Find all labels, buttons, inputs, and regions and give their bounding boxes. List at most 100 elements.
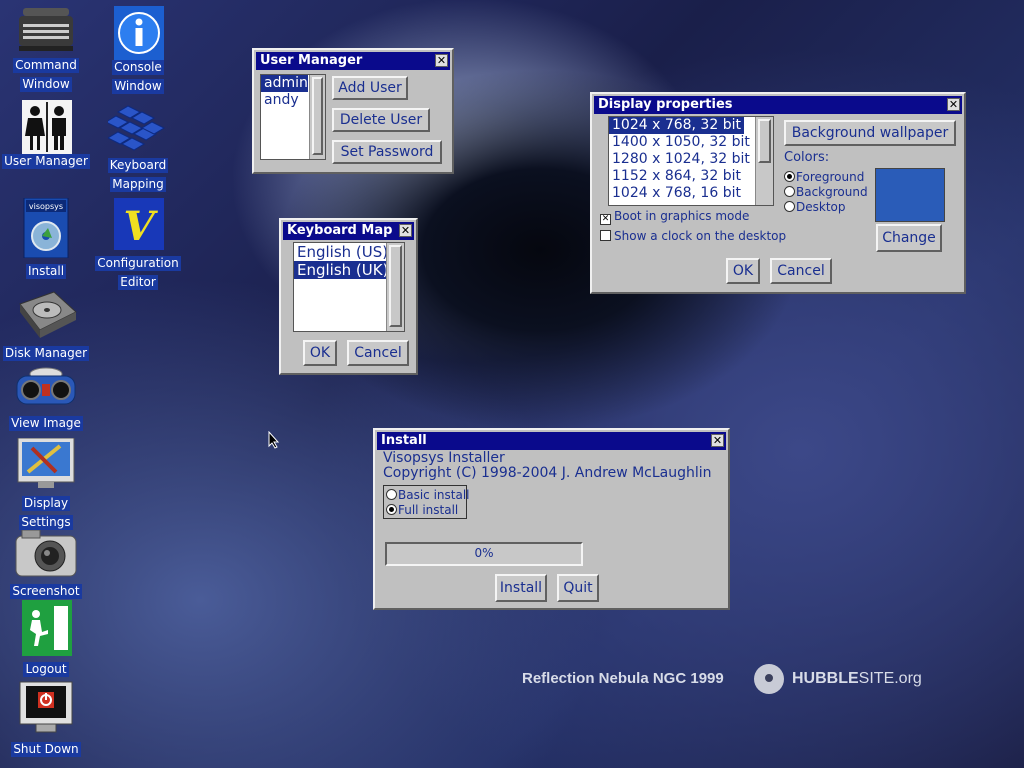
icon-label: Configuration	[95, 256, 181, 271]
hubble-text-bold: HUBBLE	[792, 670, 859, 687]
scroll-thumb[interactable]	[389, 245, 402, 327]
user-list[interactable]: admin andy	[260, 74, 326, 160]
color-option-foreground[interactable]: Foreground	[784, 170, 864, 184]
icon-label: Window	[112, 79, 164, 94]
keyboard-map-titlebar[interactable]: Keyboard Map ✕	[283, 222, 414, 240]
icon-label: Command	[13, 58, 79, 73]
delete-user-button[interactable]: Delete User	[332, 108, 430, 132]
quit-button[interactable]: Quit	[557, 574, 599, 602]
icon-label: Disk Manager	[2, 346, 90, 361]
boot-graphics-checkbox[interactable]: ✕ Boot in graphics mode	[600, 209, 749, 225]
change-color-button[interactable]: Change	[876, 224, 942, 252]
desktop-icon-shut-down[interactable]: Shut Down	[1, 680, 91, 757]
users-icon	[22, 100, 72, 154]
ok-button[interactable]: OK	[726, 258, 760, 284]
window-title: User Manager	[260, 53, 363, 68]
close-button[interactable]: ✕	[711, 434, 724, 447]
list-item[interactable]: 1280 x 1024, 32 bit	[609, 151, 773, 168]
layout-english-uk[interactable]: English (UK)	[294, 261, 389, 279]
radio-icon	[784, 186, 795, 197]
install-button[interactable]: Install	[495, 574, 547, 602]
close-icon: ✕	[400, 224, 411, 237]
list-item[interactable]: 1400 x 1050, 32 bit	[609, 134, 773, 151]
close-icon: ✕	[948, 98, 959, 111]
icon-label: Shut Down	[11, 742, 81, 757]
config-editor-icon: V	[114, 198, 164, 250]
desktop-icon-keyboard-mapping[interactable]: Keyboard Mapping	[93, 104, 183, 192]
user-manager-window: User Manager ✕ admin andy Add User Delet…	[252, 48, 454, 174]
display-properties-window: Display properties ✕ 1024 x 768, 32 bit …	[590, 92, 966, 294]
icon-label: Logout	[23, 662, 69, 677]
icon-label: Mapping	[110, 177, 166, 192]
camera-icon	[14, 529, 78, 578]
user-manager-titlebar[interactable]: User Manager ✕	[256, 52, 450, 70]
set-password-button[interactable]: Set Password	[332, 140, 442, 164]
close-button[interactable]: ✕	[399, 224, 412, 237]
color-swatch	[875, 168, 945, 222]
desktop-icon-command-window[interactable]: Command Window	[1, 4, 91, 92]
display-properties-titlebar[interactable]: Display properties ✕	[594, 96, 962, 114]
install-window: Install ✕ Visopsys Installer Copyright (…	[373, 428, 730, 610]
list-item[interactable]: 1024 x 768, 32 bit	[609, 117, 773, 134]
list-item[interactable]: 1024 x 768, 16 bit	[609, 185, 773, 202]
ok-button[interactable]: OK	[303, 340, 337, 366]
installer-heading: Visopsys Installer	[383, 450, 505, 466]
desktop-icon-view-image[interactable]: View Image	[1, 366, 91, 431]
background-wallpaper-button[interactable]: Background wallpaper	[784, 120, 956, 146]
close-button[interactable]: ✕	[947, 98, 960, 111]
cancel-button[interactable]: Cancel	[347, 340, 409, 366]
radio-label: Desktop	[796, 200, 846, 214]
layout-list-scrollbar[interactable]	[386, 243, 404, 331]
install-titlebar[interactable]: Install ✕	[377, 432, 726, 450]
color-option-background[interactable]: Background	[784, 185, 868, 199]
install-box-icon: visopsys	[22, 197, 70, 259]
radio-label: Foreground	[796, 170, 865, 184]
close-button[interactable]: ✕	[435, 54, 448, 67]
icon-label: Console	[112, 60, 164, 75]
desktop-icon-configuration-editor[interactable]: V Configuration Editor	[93, 198, 183, 290]
mode-list-scrollbar[interactable]	[755, 117, 773, 205]
option-full-install[interactable]: Full install	[386, 503, 458, 517]
option-basic-install[interactable]: Basic install	[386, 488, 470, 502]
icon-label: Editor	[118, 275, 158, 290]
monitor-tools-icon	[16, 437, 76, 490]
hard-disk-icon	[19, 290, 77, 340]
keyboard-keys-icon	[104, 104, 166, 152]
list-item[interactable]: 1152 x 864, 32 bit	[609, 168, 773, 185]
desktop-icon-install[interactable]: visopsys Install	[1, 197, 91, 279]
close-icon: ✕	[712, 434, 723, 447]
desktop-icon-logout[interactable]: Logout	[1, 600, 91, 677]
user-list-scrollbar[interactable]	[309, 75, 325, 159]
user-admin[interactable]: admin	[261, 75, 308, 92]
desktop-icon-user-manager[interactable]: User Manager	[1, 100, 91, 169]
radio-label: Basic install	[398, 488, 470, 502]
keyboard-layout-list[interactable]: English (US) English (UK)	[293, 242, 405, 332]
radio-icon	[386, 489, 397, 500]
icon-label: Display	[21, 496, 71, 511]
scroll-thumb[interactable]	[758, 119, 771, 163]
icon-label: User Manager	[2, 154, 90, 169]
cancel-button[interactable]: Cancel	[770, 258, 832, 284]
mode-item-selected[interactable]: 1024 x 768, 32 bit	[609, 117, 744, 134]
window-title: Keyboard Map	[287, 223, 393, 238]
color-option-desktop[interactable]: Desktop	[784, 200, 846, 214]
scroll-thumb[interactable]	[312, 77, 323, 155]
desktop-icon-screenshot[interactable]: Screenshot	[1, 529, 91, 599]
close-icon: ✕	[436, 54, 447, 67]
show-clock-checkbox[interactable]: Show a clock on the desktop	[600, 229, 786, 243]
icon-label: Keyboard	[107, 158, 169, 173]
install-type-group: Basic install Full install	[383, 485, 470, 519]
exit-sign-icon	[22, 600, 72, 656]
desktop-icon-console-window[interactable]: Console Window	[93, 6, 183, 94]
icon-label: Window	[20, 77, 72, 92]
desktop-icon-display-settings[interactable]: Display Settings	[1, 437, 91, 530]
keyboard-map-window: Keyboard Map ✕ English (US) English (UK)…	[279, 218, 418, 375]
radio-icon	[386, 504, 397, 515]
display-mode-list[interactable]: 1024 x 768, 32 bit 1400 x 1050, 32 bit 1…	[608, 116, 774, 206]
radio-icon	[784, 171, 795, 182]
info-icon	[114, 6, 164, 60]
add-user-button[interactable]: Add User	[332, 76, 408, 100]
desktop-icon-disk-manager[interactable]: Disk Manager	[1, 290, 91, 361]
svg-text:V: V	[123, 203, 158, 250]
radio-label: Background	[796, 185, 868, 199]
